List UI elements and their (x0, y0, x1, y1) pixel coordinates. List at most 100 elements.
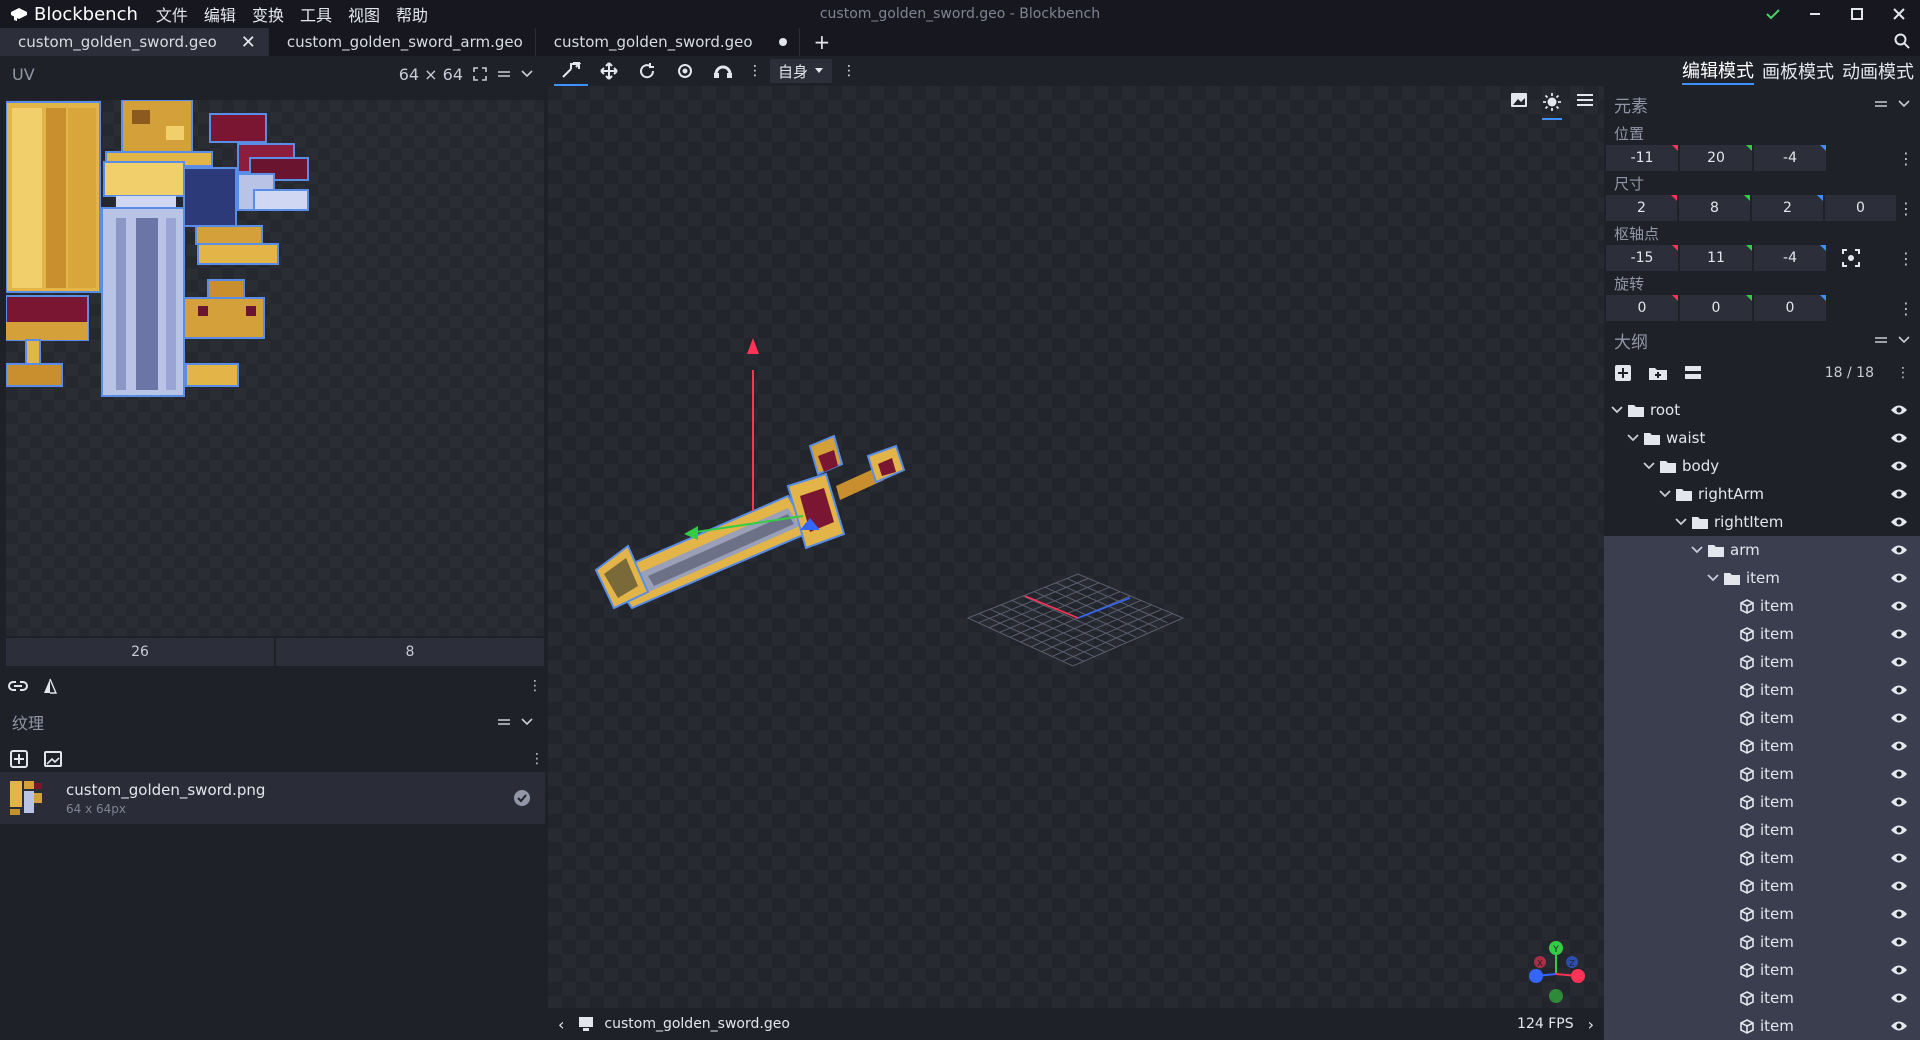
outliner-cube-row[interactable]: item (1604, 788, 1920, 816)
new-tab-button[interactable]: + (800, 28, 845, 56)
eye-icon[interactable] (1890, 964, 1908, 976)
3d-viewport[interactable]: Y X Z (548, 86, 1604, 1008)
uv-size-x-field[interactable]: 26 (6, 638, 274, 666)
sword-model[interactable] (594, 434, 906, 610)
outliner-cube-row[interactable]: item (1604, 1012, 1920, 1040)
pivot-x-field[interactable]: -15 (1606, 245, 1678, 271)
mirror-icon[interactable] (42, 678, 58, 694)
rotate-tool-button[interactable] (630, 56, 664, 86)
outliner-group-row[interactable]: body (1604, 452, 1920, 480)
chevron-down-icon[interactable] (1898, 335, 1910, 345)
menu-view[interactable]: 视图 (340, 2, 388, 26)
position-y-field[interactable]: 20 (1680, 145, 1752, 171)
outliner-group-row[interactable]: item (1604, 564, 1920, 592)
more-icon[interactable]: ⋮ (530, 751, 544, 767)
more-icon[interactable]: ⋮ (1898, 299, 1914, 318)
add-cube-icon[interactable] (1614, 364, 1632, 382)
chevron-down-icon[interactable] (1898, 99, 1910, 109)
minimize-button[interactable] (1794, 0, 1836, 28)
eye-icon[interactable] (1890, 544, 1908, 556)
menu-help[interactable]: 帮助 (388, 2, 436, 26)
outliner-group-row[interactable]: root (1604, 396, 1920, 424)
menu-icon[interactable] (497, 716, 511, 728)
mode-animate-tab[interactable]: 动画模式 (1842, 58, 1914, 84)
focus-icon[interactable] (1842, 249, 1860, 267)
texture-list-item[interactable]: custom_golden_sword.png 64 x 64px (0, 772, 545, 824)
outliner-cube-row[interactable]: item (1604, 928, 1920, 956)
eye-icon[interactable] (1890, 656, 1908, 668)
more-icon[interactable]: ⋮ (1898, 149, 1914, 168)
vertex-snap-button[interactable] (706, 56, 740, 86)
eye-icon[interactable] (1890, 600, 1908, 612)
maximize-button[interactable] (1836, 0, 1878, 28)
link-icon[interactable] (8, 679, 28, 693)
pivot-y-field[interactable]: 11 (1680, 245, 1752, 271)
outliner-group-row[interactable]: waist (1604, 424, 1920, 452)
menu-icon[interactable] (1874, 334, 1888, 346)
chevron-right-icon[interactable]: › (1588, 1015, 1594, 1034)
eye-icon[interactable] (1890, 796, 1908, 808)
rotation-y-field[interactable]: 0 (1680, 295, 1752, 321)
menu-transform[interactable]: 变换 (244, 2, 292, 26)
outliner-cube-row[interactable]: item (1604, 620, 1920, 648)
outliner-cube-row[interactable]: item (1604, 676, 1920, 704)
chevron-down-icon[interactable] (1642, 459, 1656, 473)
outliner-cube-row[interactable]: item (1604, 704, 1920, 732)
mode-edit-tab[interactable]: 编辑模式 (1682, 57, 1754, 85)
rotation-x-field[interactable]: 0 (1606, 295, 1678, 321)
eye-icon[interactable] (1890, 880, 1908, 892)
more-icon[interactable]: ⋮ (836, 63, 862, 79)
pivot-z-field[interactable]: -4 (1754, 245, 1826, 271)
chevron-down-icon[interactable] (1706, 571, 1720, 585)
eye-icon[interactable] (1890, 516, 1908, 528)
more-icon[interactable]: ⋮ (744, 63, 766, 79)
menu-tools[interactable]: 工具 (292, 2, 340, 26)
chevron-down-icon[interactable] (521, 69, 533, 79)
add-group-icon[interactable] (1648, 365, 1668, 381)
eye-icon[interactable] (1890, 684, 1908, 696)
rotation-z-field[interactable]: 0 (1754, 295, 1826, 321)
eye-icon[interactable] (1890, 740, 1908, 752)
outliner-group-row[interactable]: arm (1604, 536, 1920, 564)
uv-texture-map[interactable] (6, 100, 544, 636)
outliner-group-row[interactable]: rightArm (1604, 480, 1920, 508)
resize-tool-button[interactable] (592, 56, 626, 86)
chevron-down-icon[interactable] (1674, 515, 1688, 529)
transform-space-select[interactable]: 自身 (770, 59, 833, 83)
chevron-down-icon[interactable] (1690, 543, 1704, 557)
tab-project-3[interactable]: custom_golden_sword.geo (536, 28, 800, 56)
outliner-cube-row[interactable]: item (1604, 844, 1920, 872)
size-z-field[interactable]: 2 (1752, 195, 1823, 221)
tab-project-1[interactable]: custom_golden_sword.geo ✕ (0, 28, 269, 56)
more-icon[interactable]: ⋮ (1898, 249, 1914, 268)
eye-icon[interactable] (1890, 824, 1908, 836)
outliner-cube-row[interactable]: item (1604, 732, 1920, 760)
size-y-field[interactable]: 8 (1679, 195, 1750, 221)
menu-icon[interactable] (1874, 98, 1888, 110)
outliner-cube-row[interactable]: item (1604, 956, 1920, 984)
pivot-tool-button[interactable] (668, 56, 702, 86)
eye-icon[interactable] (1890, 908, 1908, 920)
scene-render[interactable] (548, 86, 1604, 1008)
outliner-cube-row[interactable]: item (1604, 872, 1920, 900)
eye-icon[interactable] (1890, 712, 1908, 724)
chevron-down-icon[interactable] (1610, 403, 1624, 417)
more-icon[interactable]: ⋮ (1898, 199, 1914, 218)
size-x-field[interactable]: 2 (1606, 195, 1677, 221)
eye-icon[interactable] (1890, 628, 1908, 640)
search-button[interactable] (1894, 33, 1910, 53)
tab-project-2[interactable]: custom_golden_sword_arm.geo (269, 28, 536, 56)
eye-icon[interactable] (1890, 404, 1908, 416)
uv-editor-canvas[interactable] (6, 100, 544, 636)
import-texture-icon[interactable] (44, 751, 62, 767)
view-gizmo[interactable]: Y X Z (1526, 936, 1596, 1006)
eye-icon[interactable] (1890, 768, 1908, 780)
chevron-left-icon[interactable]: ‹ (558, 1015, 564, 1034)
outliner-cube-row[interactable]: item (1604, 900, 1920, 928)
uv-size-y-field[interactable]: 8 (276, 638, 544, 666)
close-icon[interactable]: ✕ (241, 32, 256, 53)
collapse-icon[interactable] (1684, 365, 1702, 381)
chevron-down-icon[interactable] (1626, 431, 1640, 445)
chevron-down-icon[interactable] (521, 717, 533, 727)
menu-file[interactable]: 文件 (148, 2, 196, 26)
